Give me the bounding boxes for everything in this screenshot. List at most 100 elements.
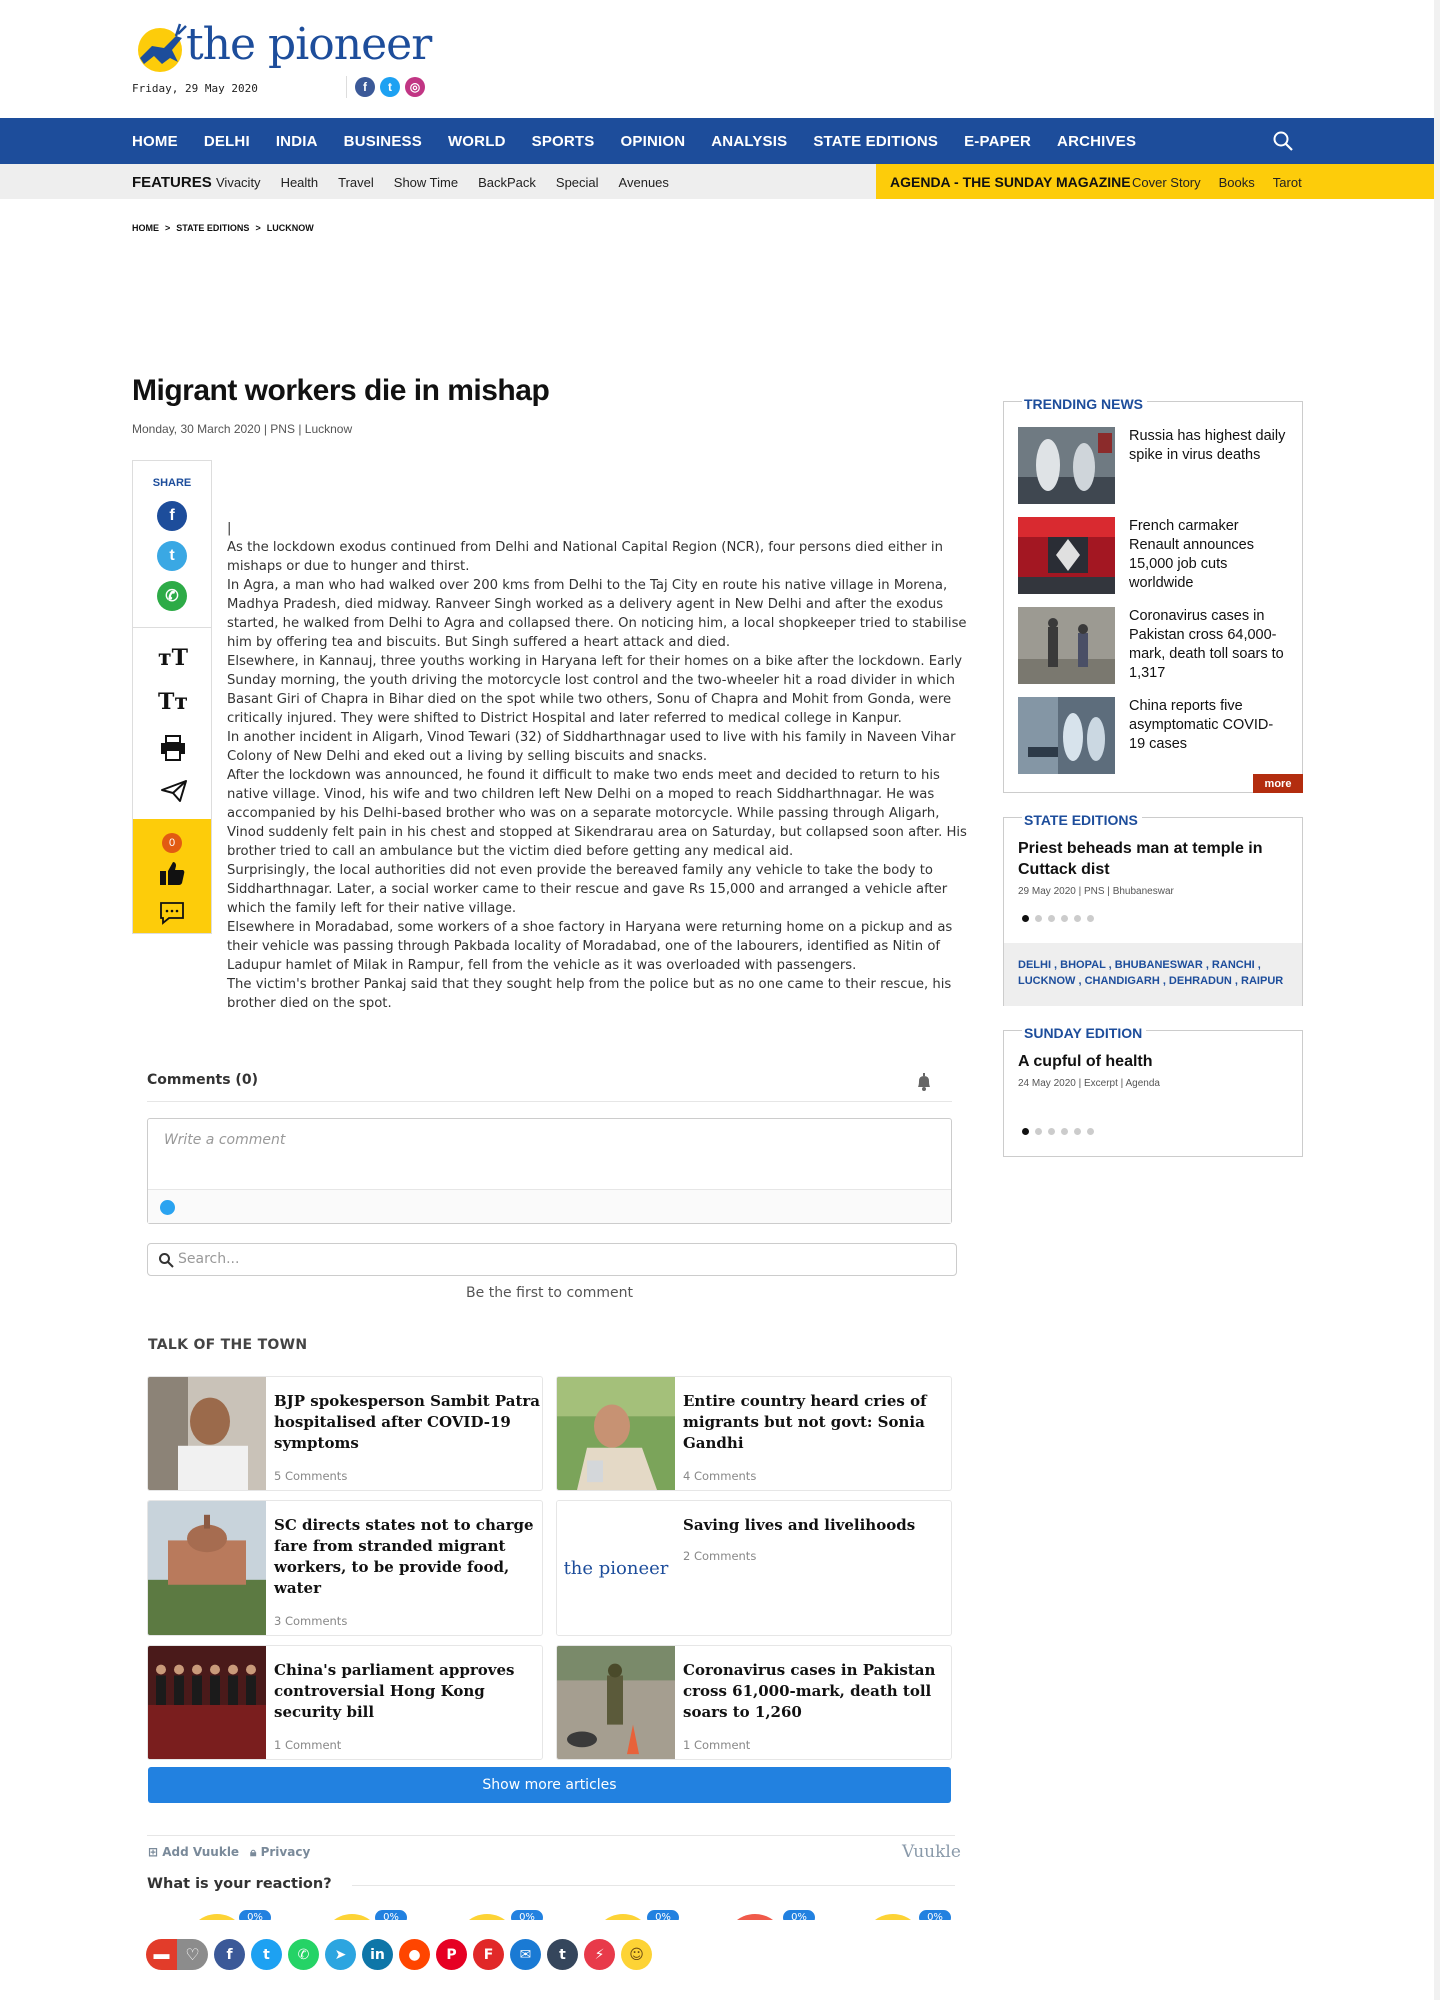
carousel-dot[interactable]	[1022, 915, 1029, 922]
user-avatar[interactable]	[160, 1200, 175, 1215]
state-edition-headline[interactable]: Priest beheads man at temple in Cuttack …	[1018, 838, 1288, 880]
features-link-show-time[interactable]: Show Time	[394, 175, 458, 190]
carousel-dot[interactable]	[1087, 915, 1094, 922]
email-icon[interactable]: ✉	[510, 1939, 541, 1970]
recommended-article-card[interactable]: Entire country heard cries of migrants b…	[556, 1376, 952, 1491]
heart-icon[interactable]: ♡	[177, 1939, 208, 1970]
trending-headline[interactable]: China reports five asymptomatic COVID-19…	[1129, 697, 1289, 754]
carousel-dot[interactable]	[1048, 915, 1055, 922]
carousel-dot[interactable]	[1035, 915, 1042, 922]
whatsapp-icon[interactable]: ✆	[157, 581, 187, 611]
comment-input[interactable]: Write a comment	[164, 1132, 285, 1148]
emoji-reaction[interactable]	[187, 1914, 247, 1920]
carousel-dot[interactable]	[1022, 1128, 1029, 1135]
carousel-dot[interactable]	[1074, 1128, 1081, 1135]
city-links-row[interactable]: DELHI , BHOPAL , BHUBANESWAR , RANCHI ,	[1018, 957, 1288, 973]
site-logo[interactable]: the pioneer	[132, 18, 432, 76]
trending-headline[interactable]: French carmaker Renault announces 15,000…	[1129, 517, 1289, 593]
twitter-icon[interactable]: t	[380, 77, 400, 97]
increase-font-icon[interactable]: ᴛT	[153, 645, 193, 671]
emoji-icon[interactable]: ☺	[621, 1939, 652, 1970]
recommended-article-card[interactable]: SC directs states not to charge fare fro…	[147, 1500, 543, 1636]
nav-item-business[interactable]: BUSINESS	[344, 133, 422, 150]
recommended-article-card[interactable]: Coronavirus cases in Pakistan cross 61,0…	[556, 1645, 952, 1760]
emoji-reaction[interactable]	[322, 1914, 382, 1920]
features-link-vivacity[interactable]: Vivacity	[216, 175, 261, 190]
privacy-link[interactable]: 🔒︎ Privacy	[250, 1845, 310, 1860]
trending-headline[interactable]: Russia has highest daily spike in virus …	[1129, 427, 1289, 465]
comment-search-placeholder[interactable]: Search...	[178, 1251, 239, 1267]
trending-item[interactable]: French carmaker Renault announces 15,000…	[1018, 517, 1298, 595]
telegram-icon[interactable]: ➤	[325, 1939, 356, 1970]
nav-item-opinion[interactable]: OPINION	[621, 133, 686, 150]
twitter-icon[interactable]: t	[251, 1939, 282, 1970]
nav-item-india[interactable]: INDIA	[276, 133, 318, 150]
carousel-dot[interactable]	[1061, 1128, 1068, 1135]
emoji-reaction[interactable]	[863, 1914, 923, 1920]
agenda-link-cover-story[interactable]: Cover Story	[1132, 175, 1201, 190]
recommended-article-headline[interactable]: China's parliament approves controversia…	[274, 1660, 540, 1723]
comment-icon[interactable]: ▬	[146, 1939, 177, 1970]
comment-count[interactable]: 2 Comments	[683, 1549, 756, 1563]
linkedin-icon[interactable]: in	[362, 1939, 393, 1970]
features-link-backpack[interactable]: BackPack	[478, 175, 536, 190]
nav-item-home[interactable]: HOME	[132, 133, 178, 150]
facebook-icon[interactable]: f	[214, 1939, 245, 1970]
tumblr-icon[interactable]: t	[547, 1939, 578, 1970]
add-vuukle-link[interactable]: ⊞ Add Vuukle	[148, 1845, 239, 1859]
comment-count[interactable]: 1 Comment	[274, 1738, 341, 1752]
show-more-articles-button[interactable]: Show more articles	[148, 1767, 951, 1803]
recommended-article-headline[interactable]: BJP spokesperson Sambit Patra hospitalis…	[274, 1391, 540, 1454]
comment-search-field[interactable]: Search...	[147, 1243, 957, 1276]
bell-icon[interactable]	[915, 1072, 933, 1092]
recommended-article-headline[interactable]: Coronavirus cases in Pakistan cross 61,0…	[683, 1660, 949, 1723]
features-link-special[interactable]: Special	[556, 175, 599, 190]
scrollbar[interactable]	[1434, 0, 1440, 2000]
trending-item[interactable]: Russia has highest daily spike in virus …	[1018, 427, 1298, 505]
recommended-article-headline[interactable]: Saving lives and livelihoods	[683, 1515, 949, 1536]
twitter-icon[interactable]: t	[157, 541, 187, 571]
more-button[interactable]: more	[1253, 774, 1303, 793]
nav-item-epaper[interactable]: E-PAPER	[964, 133, 1031, 150]
trending-headline[interactable]: Coronavirus cases in Pakistan cross 64,0…	[1129, 607, 1289, 683]
agenda-link-tarot[interactable]: Tarot	[1273, 175, 1302, 190]
features-label[interactable]: FEATURES	[132, 174, 212, 191]
comment-count[interactable]: 5 Comments	[274, 1469, 347, 1483]
recommended-article-card[interactable]: BJP spokesperson Sambit Patra hospitalis…	[147, 1376, 543, 1491]
emoji-reaction[interactable]	[593, 1914, 653, 1920]
print-icon[interactable]	[153, 735, 193, 761]
messenger-icon[interactable]: ⚡	[584, 1939, 615, 1970]
facebook-icon[interactable]: f	[355, 77, 375, 97]
trending-item[interactable]: Coronavirus cases in Pakistan cross 64,0…	[1018, 607, 1298, 685]
comment-count[interactable]: 3 Comments	[274, 1614, 347, 1628]
features-link-health[interactable]: Health	[281, 175, 319, 190]
comment-like-toggle[interactable]: ▬ ♡	[146, 1939, 208, 1970]
breadcrumb-lucknow[interactable]: LUCKNOW	[267, 223, 314, 233]
nav-item-world[interactable]: WORLD	[448, 133, 506, 150]
carousel-dot[interactable]	[1035, 1128, 1042, 1135]
decrease-font-icon[interactable]: Tᴛ	[153, 689, 193, 715]
send-icon[interactable]	[153, 779, 193, 803]
features-link-avenues[interactable]: Avenues	[619, 175, 669, 190]
comment-count[interactable]: 1 Comment	[683, 1738, 750, 1752]
nav-item-sports[interactable]: SPORTS	[532, 133, 595, 150]
carousel-dot[interactable]	[1074, 915, 1081, 922]
breadcrumb-home[interactable]: HOME	[132, 223, 159, 233]
city-links-row[interactable]: LUCKNOW , CHANDIGARH , DEHRADUN , RAIPUR	[1018, 973, 1288, 989]
facebook-icon[interactable]: f	[157, 501, 187, 531]
carousel-dot[interactable]	[1087, 1128, 1094, 1135]
agenda-link-books[interactable]: Books	[1219, 175, 1255, 190]
vuukle-brand[interactable]: Vuukle	[902, 1842, 961, 1862]
features-link-travel[interactable]: Travel	[338, 175, 374, 190]
comment-count[interactable]: 4 Comments	[683, 1469, 756, 1483]
emoji-reaction[interactable]	[457, 1914, 517, 1920]
flipboard-icon[interactable]: F	[473, 1939, 504, 1970]
trending-item[interactable]: China reports five asymptomatic COVID-19…	[1018, 697, 1298, 775]
comment-editor[interactable]: Write a comment	[147, 1118, 952, 1224]
search-icon[interactable]	[1272, 130, 1294, 152]
nav-item-archives[interactable]: ARCHIVES	[1057, 133, 1136, 150]
sunday-edition-headline[interactable]: A cupful of health	[1018, 1051, 1288, 1072]
reddit-icon[interactable]: ●	[399, 1939, 430, 1970]
carousel-dot[interactable]	[1061, 915, 1068, 922]
carousel-dot[interactable]	[1048, 1128, 1055, 1135]
